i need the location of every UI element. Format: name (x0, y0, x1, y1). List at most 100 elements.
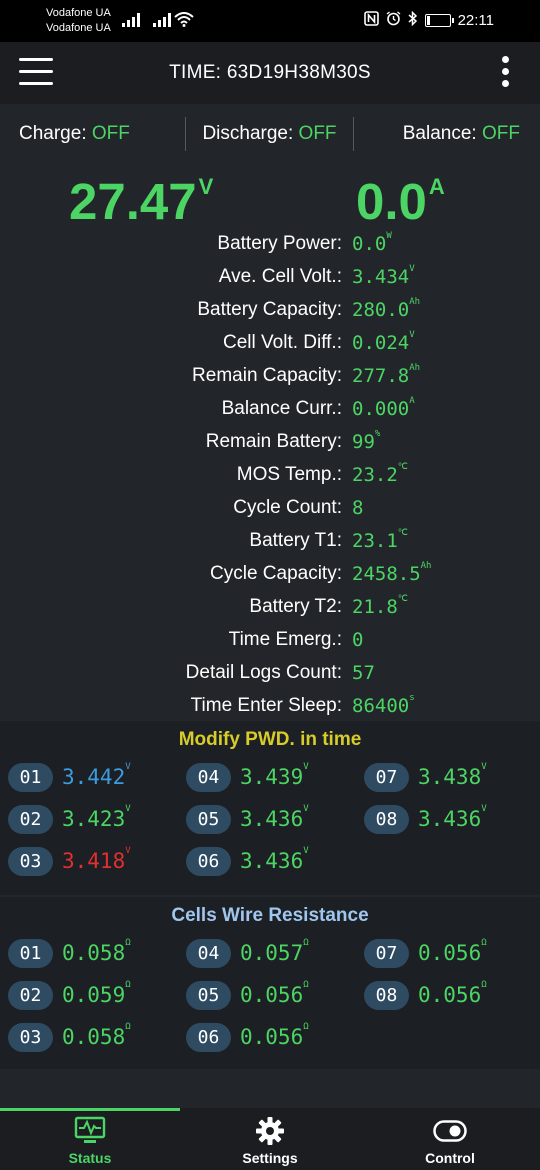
cell-voltage-item: 06 3.436V (186, 845, 364, 877)
info-label: Detail Logs Count: (185, 661, 342, 683)
info-row: Cell Volt. Diff.: 0.024V (0, 326, 540, 359)
wire-resistance-item: 07 0.056Ω (364, 937, 540, 969)
carrier-names: Vodafone UA Vodafone UA (46, 6, 111, 36)
info-row: Balance Curr.: 0.000A (0, 392, 540, 425)
info-row: Ave. Cell Volt.: 3.434V (0, 260, 540, 293)
info-row: Battery Power: 0.0W (0, 227, 540, 260)
cell-voltage-item: 05 3.436V (186, 803, 364, 835)
info-row: MOS Temp.: 23.2℃ (0, 458, 540, 491)
cell-number-badge: 04 (186, 938, 231, 968)
balance-state: Balance: OFF (354, 123, 540, 145)
info-value: 21.8℃ (352, 593, 408, 618)
wire-resistance-value: 0.059Ω (62, 980, 131, 1007)
info-value: 8 (352, 496, 364, 519)
cell-number-badge: 01 (8, 938, 53, 968)
info-label: MOS Temp.: (236, 463, 342, 485)
charge-label: Charge: (19, 123, 87, 144)
info-row: Battery Capacity: 280.0Ah (0, 293, 540, 326)
cell-number-badge: 04 (186, 762, 231, 792)
battery-info-list: Battery Power: 0.0W Ave. Cell Volt.: 3.434… (0, 227, 540, 722)
carrier-1: Vodafone UA (46, 7, 111, 19)
wire-resistance-value: 0.056Ω (418, 938, 487, 965)
balance-value: OFF (481, 123, 520, 144)
discharge-state: Discharge: OFF (186, 123, 352, 145)
cell-voltage-item: 03 3.418V (8, 845, 186, 877)
info-value: 23.2℃ (352, 461, 408, 486)
status-right: 22:11 (363, 10, 494, 29)
cell-voltage-item: 04 3.439V (186, 761, 364, 793)
info-label: Battery T1: (249, 529, 342, 551)
info-label: Time Enter Sleep: (190, 694, 342, 716)
battery-icon (424, 13, 454, 27)
wire-resistance-value: 0.056Ω (418, 980, 487, 1007)
info-value: 57 (352, 661, 375, 684)
wire-resistance-value: 0.058Ω (62, 1022, 131, 1049)
nav-control-tab[interactable]: Control (360, 1108, 540, 1170)
balance-label: Balance: (402, 123, 477, 144)
info-value: 0.024V (352, 329, 415, 354)
info-label: Cycle Count: (233, 496, 342, 518)
nfc-icon (363, 11, 379, 29)
cell-voltage-item: 08 3.436V (364, 803, 540, 835)
info-row: Cycle Count: 8 (0, 491, 540, 524)
info-row: Battery T1: 23.1℃ (0, 524, 540, 557)
total-voltage-value: 27.47 (69, 173, 197, 230)
info-value: 23.1℃ (352, 527, 408, 552)
info-label: Ave. Cell Volt.: (218, 265, 342, 287)
kebab-menu-icon[interactable] (500, 56, 510, 90)
info-row: Time Emerg.: 0 (0, 623, 540, 656)
carrier-2: Vodafone UA (46, 22, 111, 34)
nav-settings-label: Settings (242, 1150, 298, 1166)
cell-number-badge: 03 (8, 846, 53, 876)
alarm-icon (386, 11, 401, 29)
switch-states-row: Charge: OFF Discharge: OFF Balance: OFF (0, 104, 540, 164)
cell-voltage-item: 07 3.438V (364, 761, 540, 793)
info-label: Battery T2: (249, 595, 342, 617)
cell-number-badge: 02 (8, 804, 53, 834)
nav-settings-tab[interactable]: Settings (180, 1108, 360, 1170)
modify-pwd-title[interactable]: Modify PWD. in time (0, 721, 540, 761)
info-label: Battery Power: (217, 232, 342, 254)
nav-status-label: Status (68, 1150, 112, 1166)
battery-level-fill (426, 15, 431, 25)
cell-voltage-section: Modify PWD. in time 01 3.442V 04 3.439V 07… (0, 721, 540, 895)
cell-number-badge: 05 (186, 980, 231, 1010)
discharge-label: Discharge: (202, 123, 294, 144)
cell-voltage-value: 3.436V (240, 804, 309, 831)
info-value: 0 (352, 628, 364, 651)
info-value: 280.0Ah (352, 296, 421, 321)
cell-number-badge: 08 (364, 980, 409, 1010)
clock: 22:11 (457, 11, 494, 29)
info-value: 277.8Ah (352, 362, 421, 387)
info-value: 2458.5Ah (352, 560, 432, 585)
cell-number-badge: 05 (186, 804, 231, 834)
bluetooth-icon (408, 10, 418, 29)
cell-voltage-item: 01 3.442V (8, 761, 186, 793)
wifi-icon (174, 12, 194, 27)
info-label: Cycle Capacity: (210, 562, 342, 584)
cell-voltage-item: 02 3.423V (8, 803, 186, 835)
wire-resistance-section: Cells Wire Resistance 01 0.058Ω 04 0.057Ω … (0, 897, 540, 1069)
wire-resistance-item: 02 0.059Ω (8, 979, 186, 1011)
total-current-unit: A (428, 174, 445, 199)
info-row: Remain Capacity: 277.8Ah (0, 359, 540, 392)
wire-resistance-item: 04 0.057Ω (186, 937, 364, 969)
info-row: Time Enter Sleep: 86400s (0, 689, 540, 722)
nav-status-tab[interactable]: Status (0, 1108, 180, 1170)
wire-resistance-value: 0.058Ω (62, 938, 131, 965)
cell-number-badge: 07 (364, 762, 409, 792)
info-value: 86400s (352, 692, 415, 717)
total-voltage: 27.47V (69, 172, 213, 231)
wire-resistance-item: 03 0.058Ω (8, 1021, 186, 1053)
total-voltage-unit: V (198, 174, 214, 199)
cell-number-badge: 01 (8, 762, 53, 792)
nav-control-label: Control (425, 1150, 475, 1166)
cell-voltage-value: 3.439V (240, 762, 309, 789)
info-row: Cycle Capacity: 2458.5Ah (0, 557, 540, 590)
wire-resistance-value: 0.056Ω (240, 980, 309, 1007)
info-label: Remain Capacity: (192, 364, 342, 386)
cell-number-badge: 06 (186, 846, 231, 876)
info-label: Cell Volt. Diff.: (223, 331, 342, 353)
cell-voltage-value: 3.418V (62, 846, 131, 873)
cell-number-badge: 06 (186, 1022, 231, 1052)
